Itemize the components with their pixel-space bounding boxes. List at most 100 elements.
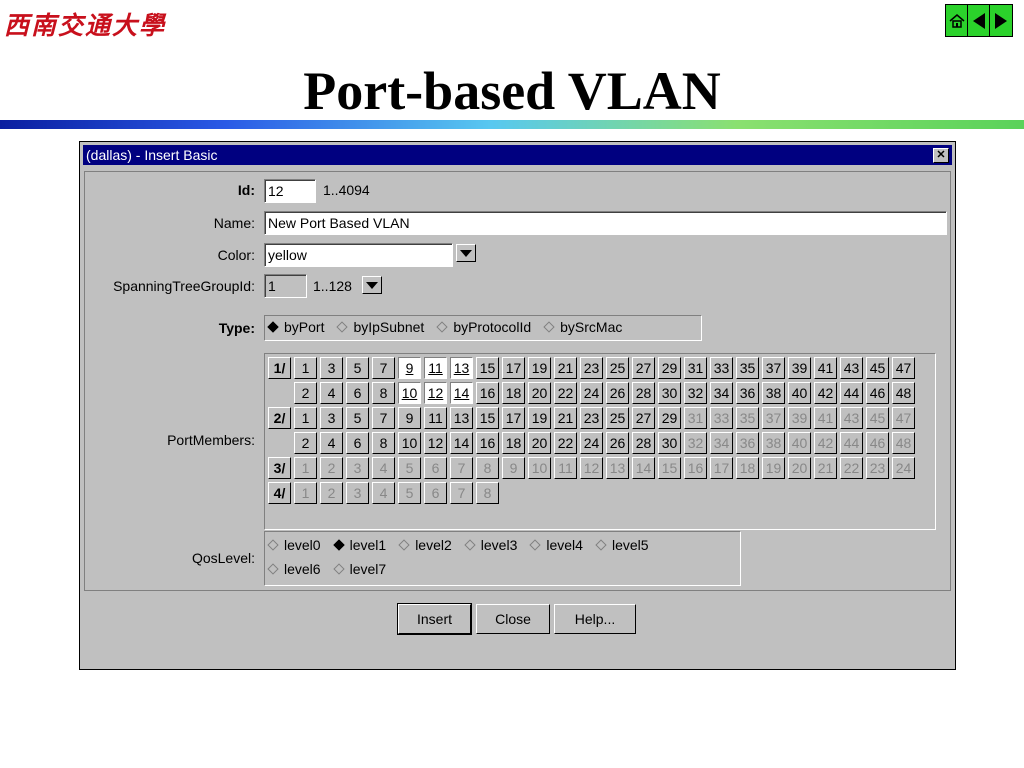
close-icon[interactable]: ✕ [933, 148, 949, 163]
port-2-10-button[interactable]: 10 [398, 432, 421, 454]
port-1-6-button[interactable]: 6 [346, 382, 369, 404]
port-2-18-button[interactable]: 18 [502, 432, 525, 454]
port-1-4-button[interactable]: 4 [320, 382, 343, 404]
slot-1-button[interactable]: 1/ [268, 357, 291, 379]
port-3-4-button[interactable]: 4 [372, 457, 395, 479]
port-1-21-button[interactable]: 21 [554, 357, 577, 379]
port-1-23-button[interactable]: 23 [580, 357, 603, 379]
slot-2-button[interactable]: 2/ [268, 407, 291, 429]
qos-radio-level3[interactable]: level3 [462, 537, 517, 553]
port-3-21-button[interactable]: 21 [814, 457, 837, 479]
port-1-29-button[interactable]: 29 [658, 357, 681, 379]
port-3-18-button[interactable]: 18 [736, 457, 759, 479]
port-2-45-button[interactable]: 45 [866, 407, 889, 429]
port-3-5-button[interactable]: 5 [398, 457, 421, 479]
port-3-22-button[interactable]: 22 [840, 457, 863, 479]
port-2-32-button[interactable]: 32 [684, 432, 707, 454]
port-1-37-button[interactable]: 37 [762, 357, 785, 379]
port-1-45-button[interactable]: 45 [866, 357, 889, 379]
port-1-36-button[interactable]: 36 [736, 382, 759, 404]
port-2-44-button[interactable]: 44 [840, 432, 863, 454]
insert-button[interactable]: Insert [397, 603, 472, 635]
port-3-19-button[interactable]: 19 [762, 457, 785, 479]
port-4-6-button[interactable]: 6 [424, 482, 447, 504]
stg-field[interactable]: 1 [264, 274, 307, 298]
port-1-48-button[interactable]: 48 [892, 382, 915, 404]
slot-4-button[interactable]: 4/ [268, 482, 291, 504]
port-1-14-button[interactable]: 14 [450, 382, 473, 404]
port-2-7-button[interactable]: 7 [372, 407, 395, 429]
port-1-10-button[interactable]: 10 [398, 382, 421, 404]
port-3-14-button[interactable]: 14 [632, 457, 655, 479]
port-2-33-button[interactable]: 33 [710, 407, 733, 429]
qos-radio-level4[interactable]: level4 [527, 537, 583, 553]
port-3-10-button[interactable]: 10 [528, 457, 551, 479]
port-2-38-button[interactable]: 38 [762, 432, 785, 454]
port-2-17-button[interactable]: 17 [502, 407, 525, 429]
port-2-16-button[interactable]: 16 [476, 432, 499, 454]
home-icon[interactable] [946, 5, 968, 36]
port-2-34-button[interactable]: 34 [710, 432, 733, 454]
port-1-15-button[interactable]: 15 [476, 357, 499, 379]
qos-radio-level7[interactable]: level7 [331, 561, 386, 577]
help-button[interactable]: Help... [554, 604, 636, 634]
qos-radio-level6[interactable]: level6 [265, 561, 321, 577]
port-1-7-button[interactable]: 7 [372, 357, 395, 379]
port-2-5-button[interactable]: 5 [346, 407, 369, 429]
port-3-9-button[interactable]: 9 [502, 457, 525, 479]
port-2-40-button[interactable]: 40 [788, 432, 811, 454]
port-2-15-button[interactable]: 15 [476, 407, 499, 429]
port-1-38-button[interactable]: 38 [762, 382, 785, 404]
port-1-32-button[interactable]: 32 [684, 382, 707, 404]
port-2-24-button[interactable]: 24 [580, 432, 603, 454]
port-3-11-button[interactable]: 11 [554, 457, 577, 479]
port-4-1-button[interactable]: 1 [294, 482, 317, 504]
type-radio-byipsubnet[interactable]: byIpSubnet [334, 319, 424, 335]
port-1-11-button[interactable]: 11 [424, 357, 447, 379]
port-4-8-button[interactable]: 8 [476, 482, 499, 504]
port-1-33-button[interactable]: 33 [710, 357, 733, 379]
port-1-27-button[interactable]: 27 [632, 357, 655, 379]
qos-radio-level1[interactable]: level1 [331, 537, 386, 553]
port-2-39-button[interactable]: 39 [788, 407, 811, 429]
qos-radio-level2[interactable]: level2 [396, 537, 452, 553]
port-3-13-button[interactable]: 13 [606, 457, 629, 479]
prev-arrow-icon[interactable] [968, 5, 990, 36]
port-1-12-button[interactable]: 12 [424, 382, 447, 404]
port-2-25-button[interactable]: 25 [606, 407, 629, 429]
port-1-20-button[interactable]: 20 [528, 382, 551, 404]
qos-radio-level5[interactable]: level5 [593, 537, 649, 553]
port-3-23-button[interactable]: 23 [866, 457, 889, 479]
port-2-2-button[interactable]: 2 [294, 432, 317, 454]
stg-dropdown-button[interactable] [362, 276, 382, 294]
port-3-8-button[interactable]: 8 [476, 457, 499, 479]
port-2-21-button[interactable]: 21 [554, 407, 577, 429]
port-1-31-button[interactable]: 31 [684, 357, 707, 379]
name-field[interactable]: New Port Based VLAN [264, 211, 947, 235]
port-2-31-button[interactable]: 31 [684, 407, 707, 429]
port-2-19-button[interactable]: 19 [528, 407, 551, 429]
port-2-48-button[interactable]: 48 [892, 432, 915, 454]
port-2-46-button[interactable]: 46 [866, 432, 889, 454]
port-2-22-button[interactable]: 22 [554, 432, 577, 454]
port-2-47-button[interactable]: 47 [892, 407, 915, 429]
port-2-41-button[interactable]: 41 [814, 407, 837, 429]
port-1-5-button[interactable]: 5 [346, 357, 369, 379]
port-1-2-button[interactable]: 2 [294, 382, 317, 404]
color-dropdown-button[interactable] [456, 244, 476, 262]
port-1-22-button[interactable]: 22 [554, 382, 577, 404]
port-1-28-button[interactable]: 28 [632, 382, 655, 404]
port-3-7-button[interactable]: 7 [450, 457, 473, 479]
port-4-2-button[interactable]: 2 [320, 482, 343, 504]
port-2-12-button[interactable]: 12 [424, 432, 447, 454]
port-2-8-button[interactable]: 8 [372, 432, 395, 454]
port-2-35-button[interactable]: 35 [736, 407, 759, 429]
port-2-3-button[interactable]: 3 [320, 407, 343, 429]
port-3-6-button[interactable]: 6 [424, 457, 447, 479]
port-1-42-button[interactable]: 42 [814, 382, 837, 404]
port-1-24-button[interactable]: 24 [580, 382, 603, 404]
port-1-35-button[interactable]: 35 [736, 357, 759, 379]
port-1-26-button[interactable]: 26 [606, 382, 629, 404]
port-3-12-button[interactable]: 12 [580, 457, 603, 479]
port-2-43-button[interactable]: 43 [840, 407, 863, 429]
